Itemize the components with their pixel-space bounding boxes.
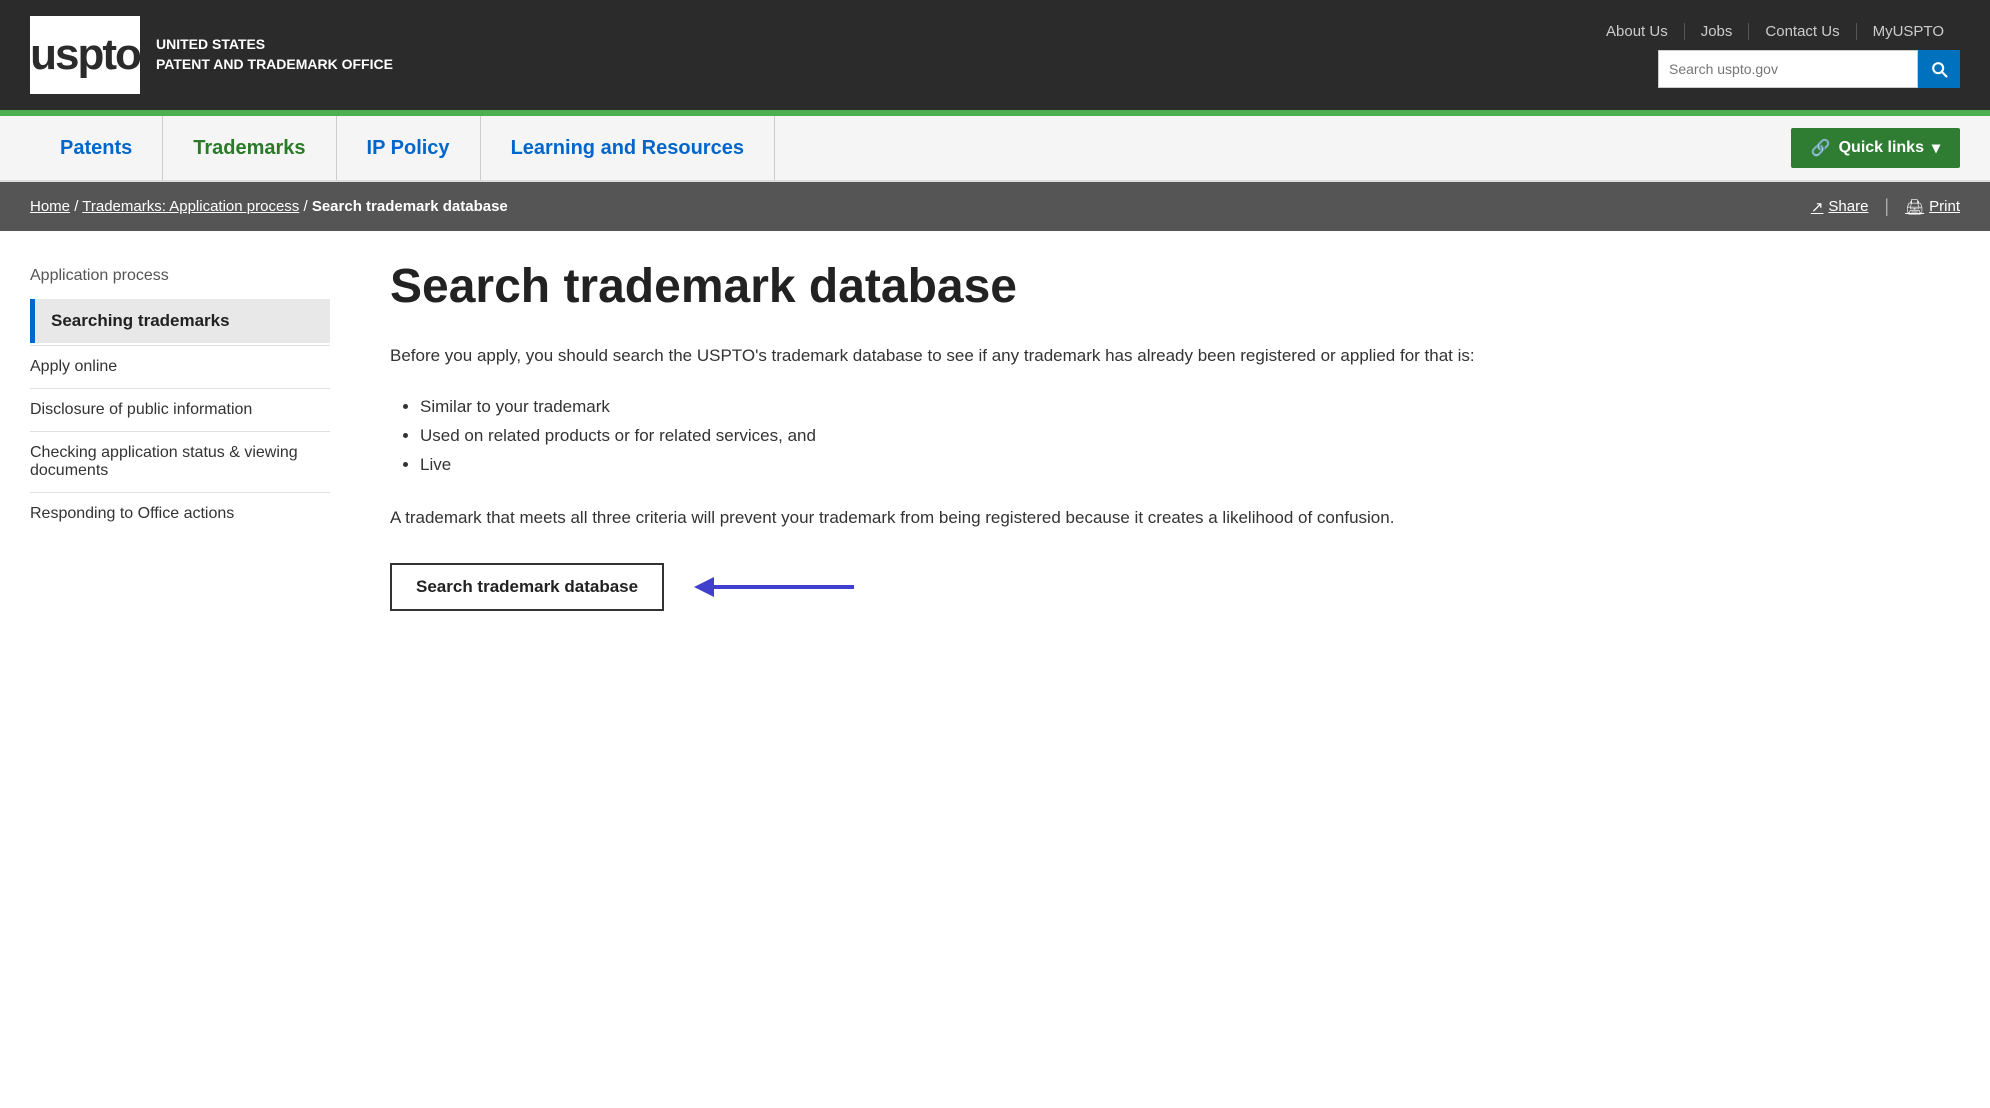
share-link[interactable]: ↗ Share <box>1811 198 1869 216</box>
main-content: Application process Searching trademarks… <box>0 231 1800 641</box>
nav-item-patents[interactable]: Patents <box>30 116 163 180</box>
action-divider: | <box>1884 196 1889 217</box>
main-nav: PatentsTrademarksIP PolicyLearning and R… <box>0 116 1990 182</box>
nav-item-trademarks[interactable]: Trademarks <box>163 116 336 180</box>
bullet-list: Similar to your trademarkUsed on related… <box>420 393 1750 480</box>
sidebar-link[interactable]: Responding to Office actions <box>30 492 330 535</box>
page-content: Search trademark database Before you app… <box>370 261 1770 611</box>
breadcrumb-section[interactable]: Trademarks: Application process <box>82 198 299 215</box>
top-link-contact-us[interactable]: Contact Us <box>1749 23 1856 40</box>
link-icon: 🔗 <box>1811 138 1831 158</box>
share-icon: ↗ <box>1811 198 1824 216</box>
top-right: About UsJobsContact UsMyUSPTO <box>1590 23 1960 88</box>
arrow-indicator <box>684 567 864 607</box>
org-line2: PATENT AND TRADEMARK OFFICE <box>156 55 393 75</box>
breadcrumb-actions: ↗ Share | 🖨 Print <box>1811 196 1960 217</box>
print-icon: 🖨 <box>1905 198 1924 216</box>
top-bar: uspto UNITED STATES PATENT AND TRADEMARK… <box>0 0 1990 110</box>
top-link-jobs[interactable]: Jobs <box>1685 23 1750 40</box>
quick-links-label: Quick links <box>1839 139 1924 157</box>
nav-item-ip-policy[interactable]: IP Policy <box>337 116 481 180</box>
search-button[interactable] <box>1918 50 1960 88</box>
breadcrumb-bar: Home / Trademarks: Application process /… <box>0 182 1990 231</box>
breadcrumb-home[interactable]: Home <box>30 198 70 215</box>
top-link-about-us[interactable]: About Us <box>1590 23 1685 40</box>
print-label: Print <box>1929 198 1960 215</box>
sidebar-top-link[interactable]: Application process <box>30 261 330 291</box>
sidebar-link[interactable]: Disclosure of public information <box>30 388 330 431</box>
search-icon <box>1929 59 1949 79</box>
cta-area: Search trademark database <box>390 563 1750 611</box>
nav-items: PatentsTrademarksIP PolicyLearning and R… <box>30 116 1791 180</box>
breadcrumb-current: Search trademark database <box>312 198 508 215</box>
breadcrumb-sep2: / <box>303 198 311 215</box>
logo-box: uspto <box>30 16 140 94</box>
sidebar-link[interactable]: Checking application status & viewing do… <box>30 431 330 492</box>
nav-item-learning[interactable]: Learning and Resources <box>481 116 775 180</box>
sidebar-links: Apply onlineDisclosure of public informa… <box>30 345 330 535</box>
top-links: About UsJobsContact UsMyUSPTO <box>1590 23 1960 40</box>
top-link-myuspto[interactable]: MyUSPTO <box>1857 23 1960 40</box>
list-item: Similar to your trademark <box>420 393 1750 422</box>
share-label: Share <box>1828 198 1868 215</box>
intro-text: Before you apply, you should search the … <box>390 342 1750 369</box>
sidebar-active-item: Searching trademarks <box>30 299 330 343</box>
page-title: Search trademark database <box>390 261 1750 314</box>
print-link[interactable]: 🖨 Print <box>1905 198 1960 216</box>
search-trademark-button[interactable]: Search trademark database <box>390 563 664 611</box>
summary-text: A trademark that meets all three criteri… <box>390 504 1750 531</box>
search-bar <box>1658 50 1960 88</box>
logo-text: uspto <box>30 33 140 77</box>
arrow-icon <box>684 567 864 607</box>
list-item: Used on related products or for related … <box>420 422 1750 451</box>
sidebar-link[interactable]: Apply online <box>30 345 330 388</box>
chevron-down-icon: ▾ <box>1932 138 1940 158</box>
org-name: UNITED STATES PATENT AND TRADEMARK OFFIC… <box>156 35 393 74</box>
sidebar: Application process Searching trademarks… <box>30 261 330 611</box>
list-item: Live <box>420 451 1750 480</box>
org-line1: UNITED STATES <box>156 35 393 55</box>
breadcrumb: Home / Trademarks: Application process /… <box>30 198 508 215</box>
quick-links-button[interactable]: 🔗 Quick links ▾ <box>1791 128 1960 168</box>
logo-area: uspto UNITED STATES PATENT AND TRADEMARK… <box>30 16 393 94</box>
search-input[interactable] <box>1658 50 1918 88</box>
